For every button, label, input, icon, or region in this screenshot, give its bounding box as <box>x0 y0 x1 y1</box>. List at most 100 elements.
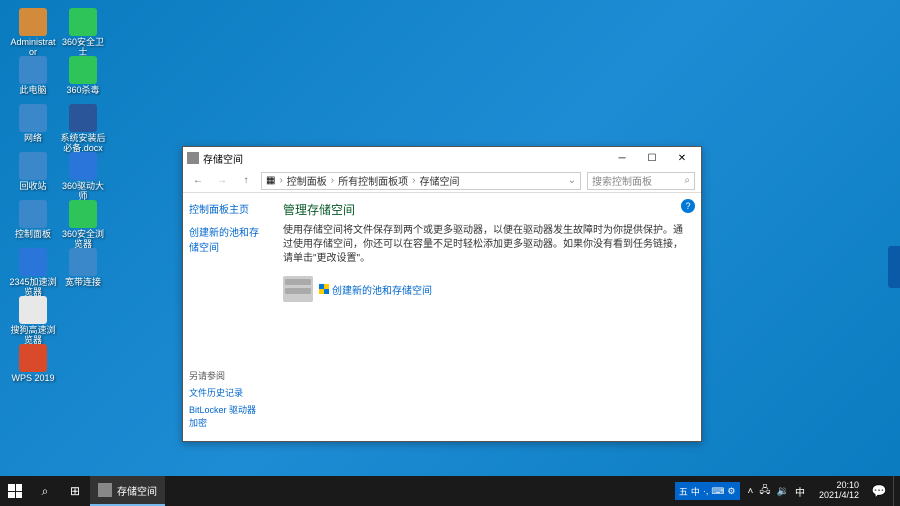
desktop-icon[interactable]: 系统安装后必备.docx <box>58 104 108 154</box>
icon-label: Administrator <box>8 38 58 58</box>
app-icon <box>98 483 112 497</box>
ime-lang: 中 <box>691 485 700 498</box>
desktop-icon[interactable]: Administrator <box>8 8 58 58</box>
desktop-icon[interactable]: 网络 <box>8 104 58 144</box>
taskbar: ⌕ ⊞ 存储空间 五 中 ·, ⌨ ⚙ ˄ 🖧 🔉 中 20:10 2021/4… <box>0 476 900 506</box>
sidebar: 控制面板主页 创建新的池和存储空间 另请参阅 文件历史记录 BitLocker … <box>183 193 271 441</box>
breadcrumb[interactable]: ▦ › 控制面板 › 所有控制面板项 › 存储空间 ⌄ <box>261 172 581 190</box>
search-icon: ⌕ <box>684 175 690 186</box>
sidebar-home-link[interactable]: 控制面板主页 <box>189 201 265 216</box>
nav-bar: ← → ↑ ▦ › 控制面板 › 所有控制面板项 › 存储空间 ⌄ 搜索控制面板… <box>183 169 701 193</box>
app-icon <box>19 296 47 324</box>
app-icon <box>19 104 47 132</box>
drives-icon <box>283 276 313 302</box>
app-icon <box>69 56 97 84</box>
forward-button[interactable]: → <box>213 172 231 190</box>
side-float-badge[interactable] <box>888 246 900 288</box>
up-button[interactable]: ↑ <box>237 172 255 190</box>
ime-indicator[interactable]: 中 <box>795 484 805 499</box>
ime-punct-icon: ·, <box>703 486 709 496</box>
system-tray: 五 中 ·, ⌨ ⚙ ˄ 🖧 🔉 中 20:10 2021/4/12 💬 <box>675 476 900 506</box>
network-icon[interactable]: 🖧 <box>759 483 770 500</box>
tray-overflow-icon[interactable]: ˄ <box>748 486 754 497</box>
start-button[interactable] <box>0 476 30 506</box>
app-icon <box>69 200 97 228</box>
tray-icons: ˄ 🖧 🔉 中 <box>744 483 809 500</box>
search-placeholder: 搜索控制面板 <box>592 173 652 188</box>
icon-label: 网络 <box>8 134 58 144</box>
app-icon <box>19 56 47 84</box>
desktop-icon[interactable]: 控制面板 <box>8 200 58 240</box>
desktop-icon[interactable]: 360驱动大师 <box>58 152 108 202</box>
desktop-icon[interactable]: 360安全卫士 <box>58 8 108 58</box>
close-button[interactable]: ✕ <box>667 148 697 168</box>
search-input[interactable]: 搜索控制面板 ⌕ <box>587 172 695 190</box>
icon-label: 2345加速浏览器 <box>8 278 58 298</box>
clock-date: 2021/4/12 <box>819 491 859 501</box>
chevron-right-icon: › <box>331 175 334 186</box>
ime-keyboard-icon: ⌨ <box>711 486 724 497</box>
app-icon <box>19 8 47 36</box>
titlebar: 存储空间 ─ ☐ ✕ <box>183 147 701 169</box>
action-center-button[interactable]: 💬 <box>869 476 889 506</box>
control-panel-window: 存储空间 ─ ☐ ✕ ← → ↑ ▦ › 控制面板 › 所有控制面板项 › 存储… <box>182 146 702 442</box>
search-button[interactable]: ⌕ <box>30 476 60 506</box>
app-icon <box>19 200 47 228</box>
app-icon <box>69 104 97 132</box>
desktop-icon[interactable]: 宽带连接 <box>58 248 108 288</box>
desktop-icon[interactable]: 回收站 <box>8 152 58 192</box>
window-icon <box>187 152 199 164</box>
desktop-icon[interactable]: 此电脑 <box>8 56 58 96</box>
chevron-right-icon: › <box>279 175 282 186</box>
icon-label: 控制面板 <box>8 230 58 240</box>
icon-label: 360安全卫士 <box>58 38 108 58</box>
breadcrumb-item[interactable]: 控制面板 <box>287 173 327 188</box>
desktop-icon[interactable]: WPS 2019 <box>8 344 58 384</box>
sidebar-link-history[interactable]: 文件历史记录 <box>189 386 265 399</box>
desktop-icon[interactable]: 搜狗高速浏览器 <box>8 296 58 346</box>
see-also-header: 另请参阅 <box>189 369 265 382</box>
icon-label: 360驱动大师 <box>58 182 108 202</box>
sidebar-create-link[interactable]: 创建新的池和存储空间 <box>189 224 265 254</box>
content: 控制面板主页 创建新的池和存储空间 另请参阅 文件历史记录 BitLocker … <box>183 193 701 441</box>
icon-label: 搜狗高速浏览器 <box>8 326 58 346</box>
desktop-icon[interactable]: 360安全浏览器 <box>58 200 108 250</box>
desktop-icon[interactable]: 2345加速浏览器 <box>8 248 58 298</box>
chevron-right-icon: › <box>412 175 415 186</box>
action-row: 创建新的池和存储空间 <box>283 276 689 302</box>
page-title: 管理存储空间 <box>283 201 689 218</box>
breadcrumb-item[interactable]: 所有控制面板项 <box>338 173 408 188</box>
minimize-button[interactable]: ─ <box>607 148 637 168</box>
back-button[interactable]: ← <box>189 172 207 190</box>
create-pool-link[interactable]: 创建新的池和存储空间 <box>319 282 432 297</box>
icon-label: 系统安装后必备.docx <box>58 134 108 154</box>
icon-label: 360安全浏览器 <box>58 230 108 250</box>
window-controls: ─ ☐ ✕ <box>607 148 697 168</box>
desktop-icon[interactable]: 360杀毒 <box>58 56 108 96</box>
app-icon <box>19 152 47 180</box>
taskbar-clock[interactable]: 20:10 2021/4/12 <box>813 481 865 501</box>
main-panel: ? 管理存储空间 使用存储空间将文件保存到两个或更多驱动器，以便在驱动器发生故障… <box>271 193 701 441</box>
show-desktop-button[interactable] <box>893 476 898 506</box>
sidebar-link-bitlocker[interactable]: BitLocker 驱动器加密 <box>189 403 265 429</box>
app-icon <box>19 248 47 276</box>
maximize-button[interactable]: ☐ <box>637 148 667 168</box>
sidebar-footer: 另请参阅 文件历史记录 BitLocker 驱动器加密 <box>189 369 265 433</box>
help-icon[interactable]: ? <box>681 199 695 213</box>
windows-icon <box>8 484 22 498</box>
ime-strip[interactable]: 五 中 ·, ⌨ ⚙ <box>675 482 740 500</box>
chevron-down-icon[interactable]: ⌄ <box>568 175 576 186</box>
app-icon <box>69 8 97 36</box>
app-icon <box>69 152 97 180</box>
icon-label: WPS 2019 <box>8 374 58 384</box>
icon-label: 360杀毒 <box>58 86 108 96</box>
icon-label: 宽带连接 <box>58 278 108 288</box>
taskbar-app-label: 存储空间 <box>117 483 157 498</box>
breadcrumb-item[interactable]: 存储空间 <box>419 173 459 188</box>
breadcrumb-icon: ▦ <box>266 175 275 186</box>
window-title: 存储空间 <box>203 151 607 166</box>
task-view-button[interactable]: ⊞ <box>60 476 90 506</box>
volume-icon[interactable]: 🔉 <box>777 486 789 497</box>
icon-label: 回收站 <box>8 182 58 192</box>
taskbar-app-storage[interactable]: 存储空间 <box>90 476 165 506</box>
